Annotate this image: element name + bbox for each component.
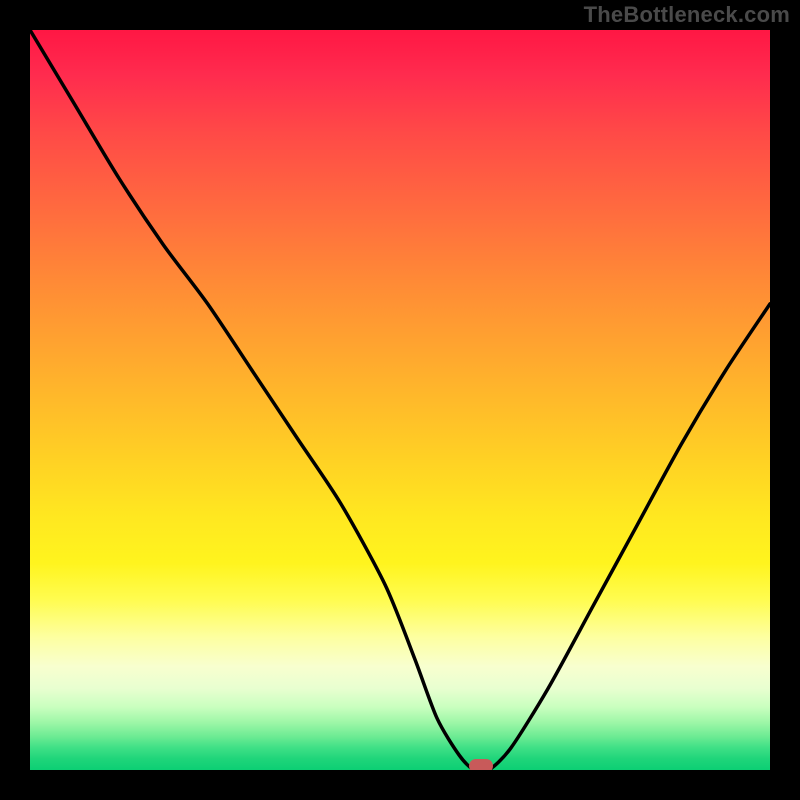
plot-area (30, 30, 770, 770)
curve-path (30, 30, 770, 770)
watermark-text: TheBottleneck.com (584, 2, 790, 28)
bottleneck-curve (30, 30, 770, 770)
chart-frame: TheBottleneck.com (0, 0, 800, 800)
optimum-marker (469, 759, 493, 770)
